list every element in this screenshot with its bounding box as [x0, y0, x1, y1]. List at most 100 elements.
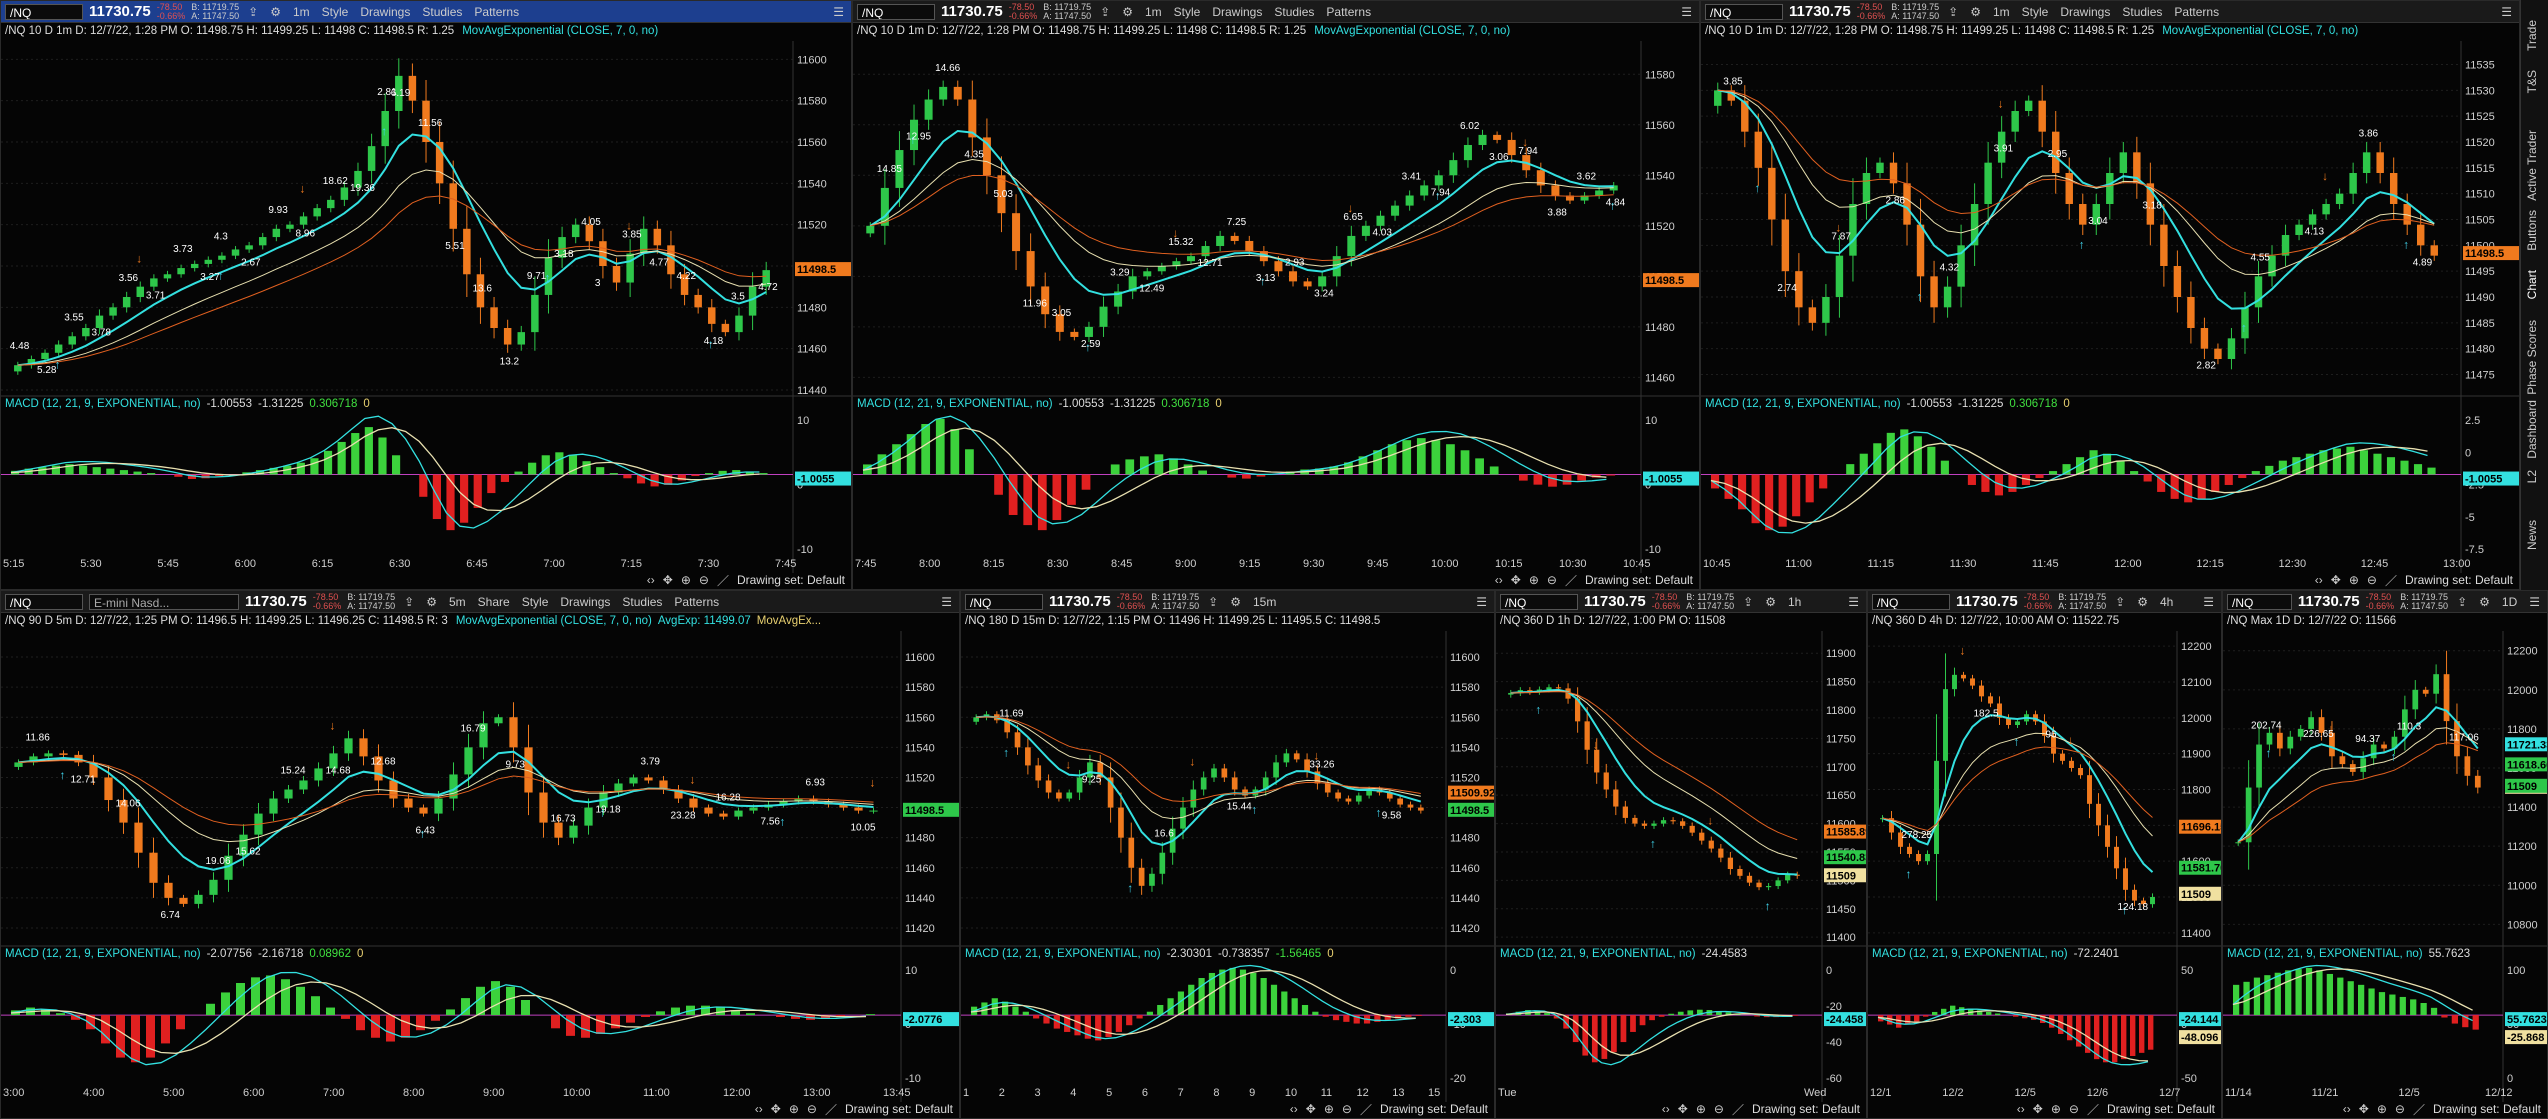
- interval-selector[interactable]: 1m: [1990, 4, 2013, 20]
- toolbar-style-button[interactable]: Style: [2019, 4, 2052, 20]
- drawing-set-label[interactable]: Drawing set: Default: [845, 1102, 953, 1116]
- toolbar-share-button[interactable]: Share: [475, 594, 513, 610]
- scroll-left-icon[interactable]: ‹›: [2343, 1102, 2351, 1116]
- side-tab-buttons[interactable]: Buttons: [2525, 210, 2539, 251]
- zoom-out-icon[interactable]: ⊖: [2367, 573, 2377, 587]
- toolbar-drawings-button[interactable]: Drawings: [2057, 4, 2113, 20]
- zoom-in-icon[interactable]: ⊕: [681, 573, 691, 587]
- side-tab-dashboard[interactable]: Dashboard: [2525, 400, 2539, 459]
- share-icon[interactable]: ⇪: [1097, 4, 1113, 20]
- toolbar-studies-button[interactable]: Studies: [419, 4, 465, 20]
- drawing-set-label[interactable]: Drawing set: Default: [2405, 573, 2513, 587]
- share-icon[interactable]: ⇪: [2454, 594, 2470, 610]
- scroll-left-icon[interactable]: ‹›: [755, 1102, 763, 1116]
- drawing-tool-icon[interactable]: ／: [717, 572, 729, 589]
- chart-canvas[interactable]: 1160011580115601154011520115001148011460…: [961, 613, 1495, 1119]
- menu-icon[interactable]: ☰: [1473, 594, 1490, 610]
- drawing-tool-icon[interactable]: ／: [825, 1101, 837, 1118]
- drawing-set-label[interactable]: Drawing set: Default: [1752, 1102, 1860, 1116]
- scroll-left-icon[interactable]: ‹›: [2017, 1102, 2025, 1116]
- toolbar-patterns-button[interactable]: Patterns: [671, 594, 722, 610]
- gear-icon[interactable]: ⚙: [1967, 4, 1984, 20]
- menu-icon[interactable]: ☰: [830, 4, 847, 20]
- zoom-in-icon[interactable]: ⊕: [2051, 1102, 2061, 1116]
- zoom-out-icon[interactable]: ⊖: [1714, 1102, 1724, 1116]
- toolbar-patterns-button[interactable]: Patterns: [471, 4, 522, 20]
- drawing-tool-icon[interactable]: ／: [1360, 1101, 1372, 1118]
- zoom-out-icon[interactable]: ⊖: [2069, 1102, 2079, 1116]
- zoom-out-icon[interactable]: ⊖: [699, 573, 709, 587]
- drawing-tool-icon[interactable]: ／: [1732, 1101, 1744, 1118]
- zoom-out-icon[interactable]: ⊖: [1342, 1102, 1352, 1116]
- pan-icon[interactable]: ✥: [1511, 573, 1521, 587]
- side-tab-phase-scores[interactable]: Phase Scores: [2525, 320, 2539, 395]
- side-tab-news[interactable]: News: [2525, 520, 2539, 550]
- chart-panel-4[interactable]: /NQ E-mini Nasd... 11730.75 -78.50 -0.66% B: …: [0, 590, 960, 1119]
- toolbar-studies-button[interactable]: Studies: [1271, 4, 1317, 20]
- gear-icon[interactable]: ⚙: [1762, 594, 1779, 610]
- drawing-set-label[interactable]: Drawing set: Default: [2107, 1102, 2215, 1116]
- chart-panel-3[interactable]: /NQ 11730.75 -78.50 -0.66% B: 11719.75 A: 117…: [1700, 0, 2520, 590]
- chart-panel-8[interactable]: /NQ 11730.75 -78.50 -0.66% B: 11719.75 A: 117…: [2222, 590, 2548, 1119]
- menu-icon[interactable]: ☰: [938, 594, 955, 610]
- interval-selector[interactable]: 1m: [1142, 4, 1165, 20]
- chart-panel-5[interactable]: /NQ 11730.75 -78.50 -0.66% B: 11719.75 A: 117…: [960, 590, 1495, 1119]
- scroll-left-icon[interactable]: ‹›: [2315, 573, 2323, 587]
- pan-icon[interactable]: ✥: [2033, 1102, 2043, 1116]
- zoom-out-icon[interactable]: ⊖: [807, 1102, 817, 1116]
- chart-panel-1[interactable]: /NQ 11730.75 -78.50 -0.66% B: 11719.75 A: 117…: [0, 0, 852, 590]
- interval-selector[interactable]: 4h: [2157, 594, 2176, 610]
- pan-icon[interactable]: ✥: [2359, 1102, 2369, 1116]
- symbol-input[interactable]: /NQ: [2227, 593, 2292, 610]
- symbol-input[interactable]: /NQ: [1872, 593, 1950, 610]
- zoom-out-icon[interactable]: ⊖: [2395, 1102, 2405, 1116]
- menu-icon[interactable]: ☰: [1845, 594, 1862, 610]
- chart-panel-6[interactable]: /NQ 11730.75 -78.50 -0.66% B: 11719.75 A: 117…: [1495, 590, 1867, 1119]
- scroll-left-icon[interactable]: ‹›: [1495, 573, 1503, 587]
- toolbar-studies-button[interactable]: Studies: [619, 594, 665, 610]
- zoom-in-icon[interactable]: ⊕: [1324, 1102, 1334, 1116]
- interval-selector[interactable]: 5m: [446, 594, 469, 610]
- zoom-in-icon[interactable]: ⊕: [789, 1102, 799, 1116]
- toolbar-patterns-button[interactable]: Patterns: [2171, 4, 2222, 20]
- chart-canvas[interactable]: 1160011580115601154011520115001148011460…: [1, 23, 852, 590]
- menu-icon[interactable]: ☰: [2526, 594, 2543, 610]
- chart-canvas[interactable]: 1153511530115251152011515115101150511500…: [1701, 23, 2520, 590]
- interval-selector[interactable]: 1D: [2499, 594, 2520, 610]
- pan-icon[interactable]: ✥: [2331, 573, 2341, 587]
- share-icon[interactable]: ⇪: [2112, 594, 2128, 610]
- drawing-set-label[interactable]: Drawing set: Default: [1380, 1102, 1488, 1116]
- side-tab-t-s[interactable]: T&S: [2525, 70, 2539, 93]
- gear-icon[interactable]: ⚙: [2134, 594, 2151, 610]
- chart-panel-7[interactable]: /NQ 11730.75 -78.50 -0.66% B: 11719.75 A: 117…: [1867, 590, 2222, 1119]
- toolbar-style-button[interactable]: Style: [319, 4, 352, 20]
- drawing-tool-icon[interactable]: ／: [2385, 572, 2397, 589]
- toolbar-style-button[interactable]: Style: [1171, 4, 1204, 20]
- interval-selector[interactable]: 1m: [290, 4, 313, 20]
- drawing-set-label[interactable]: Drawing set: Default: [737, 573, 845, 587]
- pan-icon[interactable]: ✥: [1678, 1102, 1688, 1116]
- drawing-set-label[interactable]: Drawing set: Default: [1585, 573, 1693, 587]
- drawing-tool-icon[interactable]: ／: [2087, 1101, 2099, 1118]
- chart-panel-2[interactable]: /NQ 11730.75 -78.50 -0.66% B: 11719.75 A: 117…: [852, 0, 1700, 590]
- side-tab-active-trader[interactable]: Active Trader: [2525, 130, 2539, 201]
- chart-canvas[interactable]: 1220012100120001190011800117001160011500…: [1868, 613, 2222, 1119]
- share-icon[interactable]: ⇪: [1205, 594, 1221, 610]
- chart-canvas[interactable]: 1190011850118001175011700116501160011550…: [1496, 613, 1867, 1119]
- toolbar-patterns-button[interactable]: Patterns: [1323, 4, 1374, 20]
- toolbar-drawings-button[interactable]: Drawings: [357, 4, 413, 20]
- side-tab-chart[interactable]: Chart: [2525, 270, 2539, 299]
- zoom-in-icon[interactable]: ⊕: [2377, 1102, 2387, 1116]
- symbol-input[interactable]: /NQ: [5, 593, 83, 610]
- gear-icon[interactable]: ⚙: [1119, 4, 1136, 20]
- symbol-input[interactable]: /NQ: [1500, 593, 1578, 610]
- pan-icon[interactable]: ✥: [663, 573, 673, 587]
- zoom-out-icon[interactable]: ⊖: [1547, 573, 1557, 587]
- symbol-input[interactable]: /NQ: [5, 3, 83, 20]
- scroll-left-icon[interactable]: ‹›: [1290, 1102, 1298, 1116]
- gear-icon[interactable]: ⚙: [423, 594, 440, 610]
- scroll-left-icon[interactable]: ‹›: [1662, 1102, 1670, 1116]
- share-icon[interactable]: ⇪: [1945, 4, 1961, 20]
- drawing-set-label[interactable]: Drawing set: Default: [2433, 1102, 2541, 1116]
- symbol-input[interactable]: /NQ: [1705, 3, 1783, 20]
